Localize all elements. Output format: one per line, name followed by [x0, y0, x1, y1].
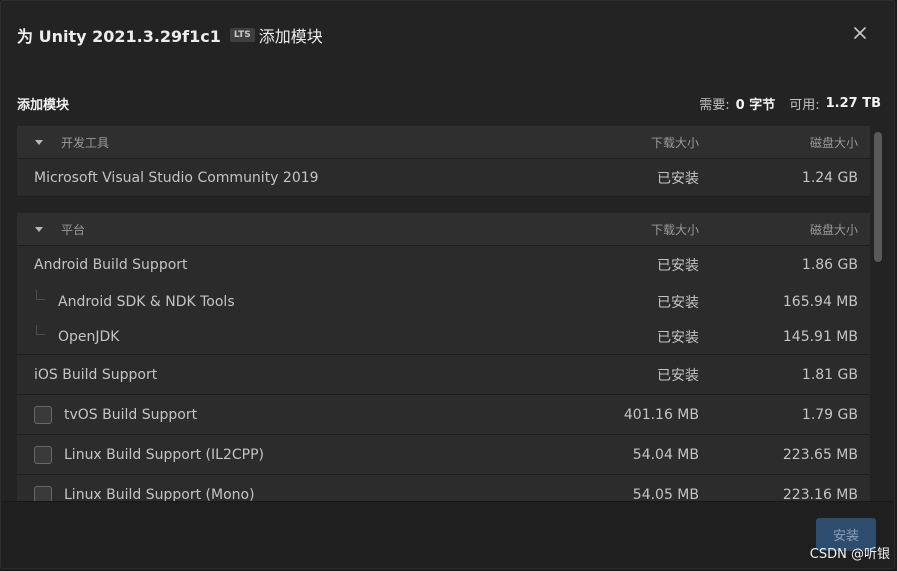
space-summary: 添加模块 需要: 0 字节 可用: 1.27 TB — [17, 93, 881, 113]
dialog-title: 为 Unity 2021.3.29f1c1 LTS 添加模块 — [17, 23, 323, 47]
disk-space-info: 需要: 0 字节 可用: 1.27 TB — [699, 94, 881, 113]
module-download-size: 401.16 MB — [623, 406, 699, 423]
module-download-size: 已安装 — [657, 294, 699, 311]
column-download-size: 下载大小 — [650, 135, 699, 150]
close-button[interactable] — [849, 22, 871, 44]
column-download-size: 下载大小 — [650, 222, 699, 237]
module-row-visual-studio: Microsoft Visual Studio Community 2019 已… — [17, 159, 870, 197]
chevron-down-icon — [35, 227, 43, 232]
module-name: OpenJDK — [58, 328, 120, 345]
module-disk-size: 1.79 GB — [801, 406, 858, 423]
chevron-down-icon — [35, 140, 43, 145]
module-disk-size: 223.16 MB — [782, 486, 858, 502]
tree-connector — [36, 325, 45, 335]
module-name: Android SDK & NDK Tools — [58, 293, 235, 310]
module-disk-size: 1.24 GB — [801, 169, 858, 186]
module-name: Android Build Support — [34, 257, 188, 273]
module-download-size: 已安装 — [657, 258, 699, 274]
required-label: 需要: — [699, 97, 730, 113]
module-checkbox[interactable] — [34, 406, 52, 424]
title-version: 为 Unity 2021.3.29f1c1 — [17, 27, 221, 46]
module-row-android: Android Build Support 已安装 1.86 GB — [17, 246, 870, 284]
module-disk-size: 1.86 GB — [801, 257, 858, 273]
close-icon — [854, 27, 866, 39]
watermark: CSDN @听银 — [809, 547, 890, 562]
title-action: 添加模块 — [258, 27, 323, 46]
module-checkbox[interactable] — [34, 486, 52, 501]
module-list[interactable]: 开发工具 下载大小 磁盘大小 Microsoft Visual Studio C… — [17, 126, 870, 501]
section-name: 平台 — [61, 222, 86, 237]
scrollbar-thumb[interactable] — [874, 132, 882, 262]
module-name: tvOS Build Support — [64, 406, 198, 423]
available-value: 1.27 TB — [825, 95, 881, 111]
add-modules-dialog: 为 Unity 2021.3.29f1c1 LTS 添加模块 添加模块 需要: … — [0, 0, 895, 569]
module-row-openjdk: OpenJDK 已安装 145.91 MB — [17, 319, 870, 355]
module-download-size: 已安装 — [657, 329, 699, 346]
module-row-linux-mono[interactable]: Linux Build Support (Mono) 54.05 MB 223.… — [17, 475, 870, 501]
column-disk-size: 磁盘大小 — [809, 222, 858, 237]
column-disk-size: 磁盘大小 — [809, 135, 858, 150]
module-disk-size: 165.94 MB — [782, 293, 858, 310]
section-header-dev-tools[interactable]: 开发工具 下载大小 磁盘大小 — [17, 126, 870, 159]
available-label: 可用: — [789, 97, 820, 113]
module-disk-size: 145.91 MB — [782, 328, 858, 345]
module-disk-size: 223.65 MB — [782, 446, 858, 463]
module-download-size: 54.04 MB — [632, 446, 699, 463]
module-checkbox[interactable] — [34, 446, 52, 464]
module-row-tvos[interactable]: tvOS Build Support 401.16 MB 1.79 GB — [17, 395, 870, 435]
module-row-ios: iOS Build Support 已安装 1.81 GB — [17, 355, 870, 395]
section-name: 开发工具 — [61, 135, 110, 150]
section-spacer — [17, 197, 870, 213]
module-row-android-sdk-ndk: Android SDK & NDK Tools 已安装 165.94 MB — [17, 284, 870, 319]
module-download-size: 已安装 — [657, 170, 699, 187]
module-disk-size: 1.81 GB — [801, 366, 858, 383]
lts-badge: LTS — [229, 28, 255, 42]
module-download-size: 54.05 MB — [632, 486, 699, 502]
dialog-header: 为 Unity 2021.3.29f1c1 LTS 添加模块 — [1, 1, 894, 73]
section-header-platforms[interactable]: 平台 下载大小 磁盘大小 — [17, 213, 870, 246]
module-name: Microsoft Visual Studio Community 2019 — [34, 169, 319, 186]
module-name: iOS Build Support — [34, 366, 158, 383]
module-row-linux-il2cpp[interactable]: Linux Build Support (IL2CPP) 54.04 MB 22… — [17, 435, 870, 475]
tree-connector — [36, 290, 45, 300]
module-name: Linux Build Support (IL2CPP) — [64, 446, 264, 463]
module-name: Linux Build Support (Mono) — [64, 486, 255, 502]
required-value: 0 字节 — [735, 97, 776, 113]
module-download-size: 已安装 — [657, 367, 699, 384]
dialog-footer: 安装 CSDN @听银 — [1, 501, 894, 568]
section-label: 添加模块 — [17, 97, 70, 113]
